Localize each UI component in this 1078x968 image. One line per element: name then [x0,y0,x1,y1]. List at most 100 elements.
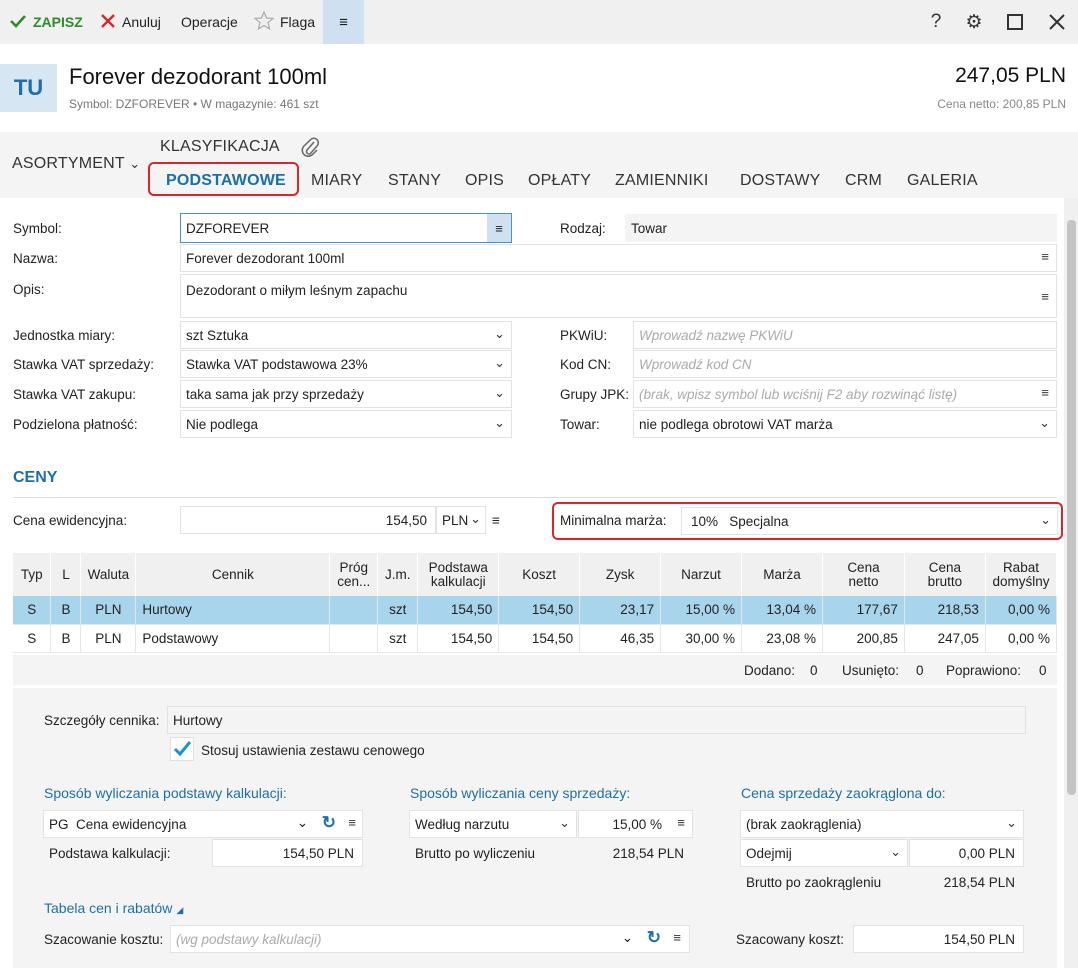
chevron-down-icon: ⌄ [1039,415,1050,430]
col-cena-netto[interactable]: Cena netto [822,553,905,596]
opis-value: Dezodorant o miłym leśnym zapachu [186,283,408,298]
col-rabat[interactable]: Rabat domyślny [985,553,1058,596]
chevron-down-icon: ⌄ [559,815,570,830]
tab-crm[interactable]: CRM [845,172,882,190]
chevron-down-icon: ⌄ [621,930,633,945]
refresh-icon[interactable]: ↻ [647,928,661,948]
vat-zak-select[interactable]: taka sama jak przy sprzedaży ⌄ [180,380,512,408]
tab-klasyfikacja[interactable]: KLASYFIKACJA [160,138,280,156]
hamburger-icon: ≡ [339,13,348,31]
maximize-icon[interactable] [1003,10,1027,34]
cell: 23,08 % [741,624,823,653]
cancel-button[interactable]: Anuluj [100,0,161,44]
jm-select[interactable]: szt Sztuka ⌄ [180,321,512,349]
cell: 154,50 [498,624,581,653]
help-icon[interactable]: ? [924,10,948,34]
table-row[interactable]: S B PLN Hurtowy szt 154,50 154,50 23,17 … [13,596,1058,625]
cena-ewid-input[interactable]: 154,50 [180,506,436,534]
jpk-menu-icon[interactable]: ≡ [1041,385,1049,400]
hamburger-icon[interactable]: ≡ [677,815,685,830]
tab-asortyment[interactable]: ASORTYMENT ⌄ [12,155,140,173]
col-jm[interactable]: J.m. [377,553,419,596]
kodcn-input[interactable]: Wprowadź kod CN [633,350,1057,378]
brutto-wyl-label: Brutto po wyliczeniu [415,845,536,861]
dodano-count: 0 [810,663,818,678]
cell: B [50,596,82,625]
hamburger-icon[interactable]: ≡ [673,930,681,945]
cell: Hurtowy [135,596,331,625]
odejmij-select[interactable]: Odejmij ⌄ [740,839,908,867]
cell: PLN [80,624,137,653]
sposob-podst-select[interactable]: PG Cena ewidencyjna ⌄ ↻ ≡ [43,810,363,838]
szac-koszt-label: Szacowany koszt: [736,932,845,947]
star-icon [253,10,275,33]
scrollbar-thumb[interactable] [1067,220,1076,795]
cell: szt [377,596,419,625]
tab-dostawy[interactable]: DOSTAWY [740,172,821,190]
opis-input[interactable]: Dezodorant o miłym leśnym zapachu ≡ [180,274,1057,318]
window-close-icon[interactable] [1045,10,1069,34]
toolbar: ZAPISZ Anuluj Operacje Flaga ≡ ? ⚙ [0,0,1078,44]
flag-button[interactable]: Flaga [253,0,315,44]
currency-select[interactable]: PLN ⌄ [436,506,486,534]
table-row[interactable]: S B PLN Podstawowy szt 154,50 154,50 46,… [13,624,1058,653]
podstawa-label-cell: Podstawa kalkulacji: [43,839,211,867]
col-cena-brutto[interactable]: Cena brutto [904,553,986,596]
cell: 13,04 % [741,596,823,625]
szac-select[interactable]: (wg podstawy kalkulacji) ⌄ ↻ ≡ [170,925,690,953]
cell: 154,50 [498,596,581,625]
stosuj-checkbox[interactable] [170,737,194,761]
tab-miary[interactable]: MIARY [311,172,362,190]
nazwa-menu-icon[interactable]: ≡ [1041,249,1049,264]
save-button[interactable]: ZAPISZ [9,0,83,44]
col-prog[interactable]: Próg cen... [329,553,379,596]
symbol-value: DZFOREVER [186,220,270,236]
col-typ[interactable]: Typ [13,553,52,596]
symbol-list-icon[interactable]: ≡ [487,214,511,242]
podz-select[interactable]: Nie podlega ⌄ [180,410,512,438]
szczegoly-label: Szczegóły cennika: [44,713,160,728]
menu-button[interactable]: ≡ [323,0,364,44]
cena-ewid-value: 154,50 [385,512,427,528]
refresh-icon[interactable]: ↻ [322,813,336,833]
col-zysk[interactable]: Zysk [579,553,662,596]
cell: 154,50 [417,624,500,653]
nazwa-input[interactable]: Forever dezodorant 100ml ≡ [180,244,1057,272]
col-marza[interactable]: Marża [741,553,823,596]
col-waluta[interactable]: Waluta [80,553,137,596]
symbol-input[interactable]: DZFOREVER ≡ [180,213,512,243]
tab-opis[interactable]: OPIS [465,172,504,190]
poprawiono-label: Poprawiono: [946,663,1022,678]
col-l[interactable]: L [50,553,82,596]
towar-select[interactable]: nie podlega obrotowi VAT marża ⌄ [633,410,1057,438]
cena-ewid-menu[interactable]: ≡ [486,506,512,534]
gear-icon[interactable]: ⚙ [962,10,986,34]
paperclip-icon[interactable] [300,136,320,161]
chevron-down-icon: ⌄ [494,326,505,341]
zaokr-select[interactable]: (brak zaokrąglenia) ⌄ [740,810,1024,838]
item-price: 247,05 PLN [955,64,1066,87]
sposob-ceny-select[interactable]: Według narzutu ⌄ [409,810,577,838]
vat-sprz-select[interactable]: Stawka VAT podstawowa 23% ⌄ [180,350,512,378]
odejmij-amount-input[interactable]: 0,00 PLN [909,839,1024,867]
sposob-ceny-pct-input[interactable]: 15,00 % ≡ [578,810,693,838]
cell: S [13,596,52,625]
tab-galeria[interactable]: GALERIA [907,172,978,190]
col-koszt[interactable]: Koszt [498,553,581,596]
tabela-link[interactable]: Tabela cen i rabatów ◢ [44,900,183,916]
podstawa-input[interactable]: 154,50 PLN [212,839,363,867]
szac-koszt-input[interactable]: 154,50 PLN [853,925,1024,953]
opis-menu-icon[interactable]: ≡ [1041,289,1049,304]
hamburger-icon[interactable]: ≡ [348,815,356,830]
pkwiu-input[interactable]: Wprowadź nazwę PKWiU [633,321,1057,349]
jpk-input[interactable]: (brak, wpisz symbol lub wciśnij F2 aby r… [633,380,1057,408]
tab-stany[interactable]: STANY [388,172,441,190]
col-cennik[interactable]: Cennik [135,553,331,596]
operations-button[interactable]: Operacje [181,0,238,44]
col-narzut[interactable]: Narzut [660,553,743,596]
col-podstawa[interactable]: Podstawa kalkulacji [417,553,500,596]
tab-zamienniki[interactable]: ZAMIENNIKI [615,172,709,190]
tab-oplaty[interactable]: OPŁATY [528,172,591,190]
nazwa-label: Nazwa: [13,251,59,266]
jpk-placeholder: (brak, wpisz symbol lub wciśnij F2 aby r… [639,386,958,402]
